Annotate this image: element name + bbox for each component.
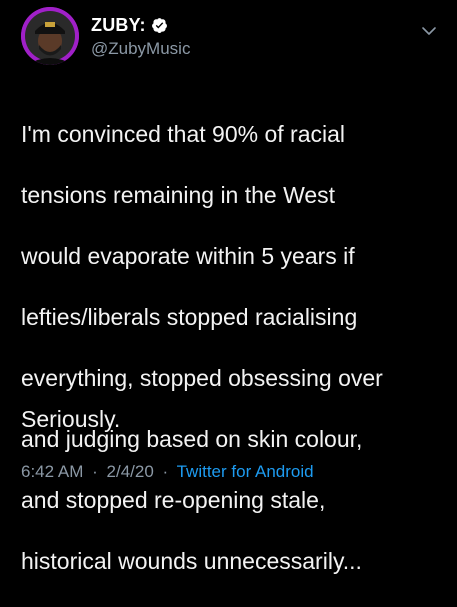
tweet-header: ZUBY: @ZubyMusic xyxy=(91,14,190,59)
tweet-text-line: everything, stopped obsessing over xyxy=(21,364,383,391)
tweet-card: ZUBY: @ZubyMusic I'm convinced that 90% … xyxy=(0,0,457,574)
avatar[interactable] xyxy=(21,7,79,65)
tweet-closing-line: Seriously. xyxy=(21,406,121,432)
tweet-text-line: historical wounds unnecessarily... xyxy=(21,547,362,574)
user-handle[interactable]: @ZubyMusic xyxy=(91,39,190,59)
tweet-source-link[interactable]: Twitter for Android xyxy=(177,462,314,481)
tweet-text-line: would evaporate within 5 years if xyxy=(21,242,355,269)
separator: · xyxy=(92,462,98,481)
tweet-text-line: tensions remaining in the West xyxy=(21,181,336,208)
tweet-time[interactable]: 6:42 AM xyxy=(21,462,83,481)
chevron-down-icon[interactable] xyxy=(420,22,438,40)
tweet-text: I'm convinced that 90% of racial tension… xyxy=(21,88,441,607)
tweet-date[interactable]: 2/4/20 xyxy=(107,462,154,481)
tweet-text-line: I'm convinced that 90% of racial xyxy=(21,120,345,147)
verified-badge-icon xyxy=(151,17,168,34)
tweet-metadata: 6:42 AM · 2/4/20 · Twitter for Android xyxy=(21,462,314,482)
tweet-text-line: lefties/liberals stopped racialising xyxy=(21,303,358,330)
separator: · xyxy=(162,462,169,481)
display-name[interactable]: ZUBY: xyxy=(91,15,146,36)
name-row: ZUBY: xyxy=(91,14,190,36)
